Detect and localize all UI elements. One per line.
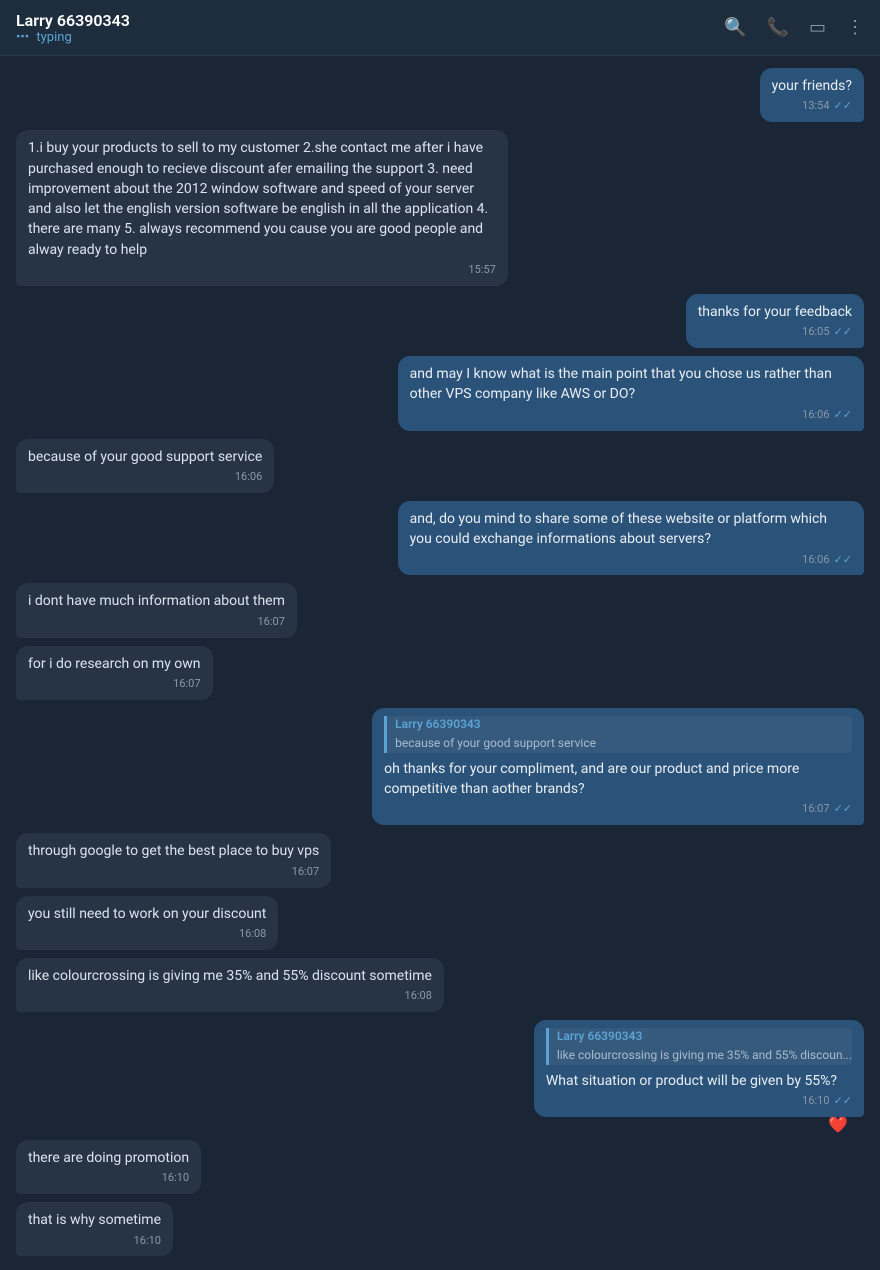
message-time: 13:54 [802,98,829,114]
message-row: 1.i buy your products to sell to my cust… [16,130,864,286]
message-time: 16:05 [802,324,829,340]
message-row: your friends? 13:54 ✓✓ [16,68,864,122]
message-bubble: for i do research on my own 16:07 [16,646,213,700]
more-icon[interactable]: ⋮ [846,17,864,38]
message-text: oh thanks for your compliment, and are o… [384,761,799,797]
message-row: and may I know what is the main point th… [16,356,864,431]
typing-dots: ••• [16,30,29,45]
heart-reaction: ❤️ [828,1115,848,1134]
message-text: What situation or product will be given … [546,1073,837,1089]
message-text: thanks for your feedback [698,304,852,320]
message-time: 16:06 [802,407,829,423]
message-text: 1.i buy your products to sell to my cust… [28,140,488,257]
contact-name: Larry 66390343 [16,11,130,30]
read-receipt: ✓✓ [834,1093,852,1109]
message-row: through google to get the best place to … [16,833,864,887]
chat-header: Larry 66390343 ••• typing 🔍 📞 ▭ ⋮ [0,0,880,56]
message-time: 16:06 [235,469,262,485]
message-time: 16:08 [405,988,432,1004]
message-row: you still need to work on your discount … [16,896,864,950]
read-receipt: ✓✓ [834,552,852,568]
message-time: 16:07 [802,801,829,817]
message-text: and may I know what is the main point th… [410,366,832,402]
quote-name: Larry 66390343 [395,716,852,733]
message-row: that is why sometime 16:10 [16,1202,864,1256]
message-time: 16:08 [239,926,266,942]
message-text: you still need to work on your discount [28,906,266,922]
message-bubble: Larry 66390343 like colourcrossing is gi… [534,1020,864,1117]
message-text: because of your good support service [28,449,262,465]
read-receipt: ✓✓ [834,801,852,817]
message-bubble: and, do you mind to share some of these … [398,501,864,576]
message-time: 16:10 [134,1233,161,1249]
typing-status: ••• typing [16,30,130,45]
quote-text: because of your good support service [395,735,852,752]
message-row: and, do you mind to share some of these … [16,501,864,576]
message-text: that is why sometime [28,1212,161,1228]
message-text: i dont have much information about them [28,593,285,609]
message-text: your friends? [772,78,852,94]
message-bubble: you still need to work on your discount … [16,896,278,950]
read-receipt: ✓✓ [834,324,852,340]
message-bubble: through google to get the best place to … [16,833,331,887]
header-actions: 🔍 📞 ▭ ⋮ [724,17,864,38]
message-bubble: i dont have much information about them … [16,583,297,637]
message-text: and, do you mind to share some of these … [410,511,827,547]
quote-block: Larry 66390343 because of your good supp… [384,716,852,753]
message-group: Larry 66390343 like colourcrossing is gi… [16,1020,864,1134]
chat-messages: your friends? 13:54 ✓✓ 1.i buy your prod… [0,56,880,1270]
read-receipt: ✓✓ [834,407,852,423]
message-text: like colourcrossing is giving me 35% and… [28,968,432,984]
reaction-row: ❤️ [20,1115,848,1134]
quote-name: Larry 66390343 [557,1028,852,1045]
message-bubble: and may I know what is the main point th… [398,356,864,431]
message-bubble: like colourcrossing is giving me 35% and… [16,958,444,1012]
search-icon[interactable]: 🔍 [724,17,746,38]
message-time: 16:06 [802,552,829,568]
message-text: there are doing promotion [28,1150,189,1166]
chat-window: Larry 66390343 ••• typing 🔍 📞 ▭ ⋮ your f… [0,0,880,1270]
message-time: 16:10 [162,1170,189,1186]
message-bubble: Larry 66390343 because of your good supp… [372,708,864,825]
message-bubble: because of your good support service 16:… [16,439,274,493]
message-text: through google to get the best place to … [28,843,319,859]
message-row: because of your good support service 16:… [16,439,864,493]
read-receipt: ✓✓ [834,98,852,114]
message-time: 16:10 [802,1093,829,1109]
message-time: 16:07 [257,614,284,630]
message-row: there are doing promotion 16:10 [16,1140,864,1194]
message-bubble: there are doing promotion 16:10 [16,1140,201,1194]
message-time: 16:07 [292,864,319,880]
sidebar-icon[interactable]: ▭ [809,17,826,38]
phone-icon[interactable]: 📞 [767,17,789,38]
message-row: for i do research on my own 16:07 [16,646,864,700]
message-row: Larry 66390343 like colourcrossing is gi… [16,1020,864,1117]
message-bubble: that is why sometime 16:10 [16,1202,173,1256]
quote-block: Larry 66390343 like colourcrossing is gi… [546,1028,852,1065]
message-row: thanks for your feedback 16:05 ✓✓ [16,294,864,348]
header-contact-info: Larry 66390343 ••• typing [16,11,130,45]
message-bubble: your friends? 13:54 ✓✓ [760,68,864,122]
message-bubble: 1.i buy your products to sell to my cust… [16,130,508,286]
message-row: Larry 66390343 because of your good supp… [16,708,864,825]
message-row: like colourcrossing is giving me 35% and… [16,958,864,1012]
message-time: 16:07 [173,676,200,692]
quote-text: like colourcrossing is giving me 35% and… [557,1047,852,1064]
message-row: i dont have much information about them … [16,583,864,637]
message-time: 15:57 [468,262,495,278]
message-bubble: thanks for your feedback 16:05 ✓✓ [686,294,864,348]
message-text: for i do research on my own [28,656,201,672]
